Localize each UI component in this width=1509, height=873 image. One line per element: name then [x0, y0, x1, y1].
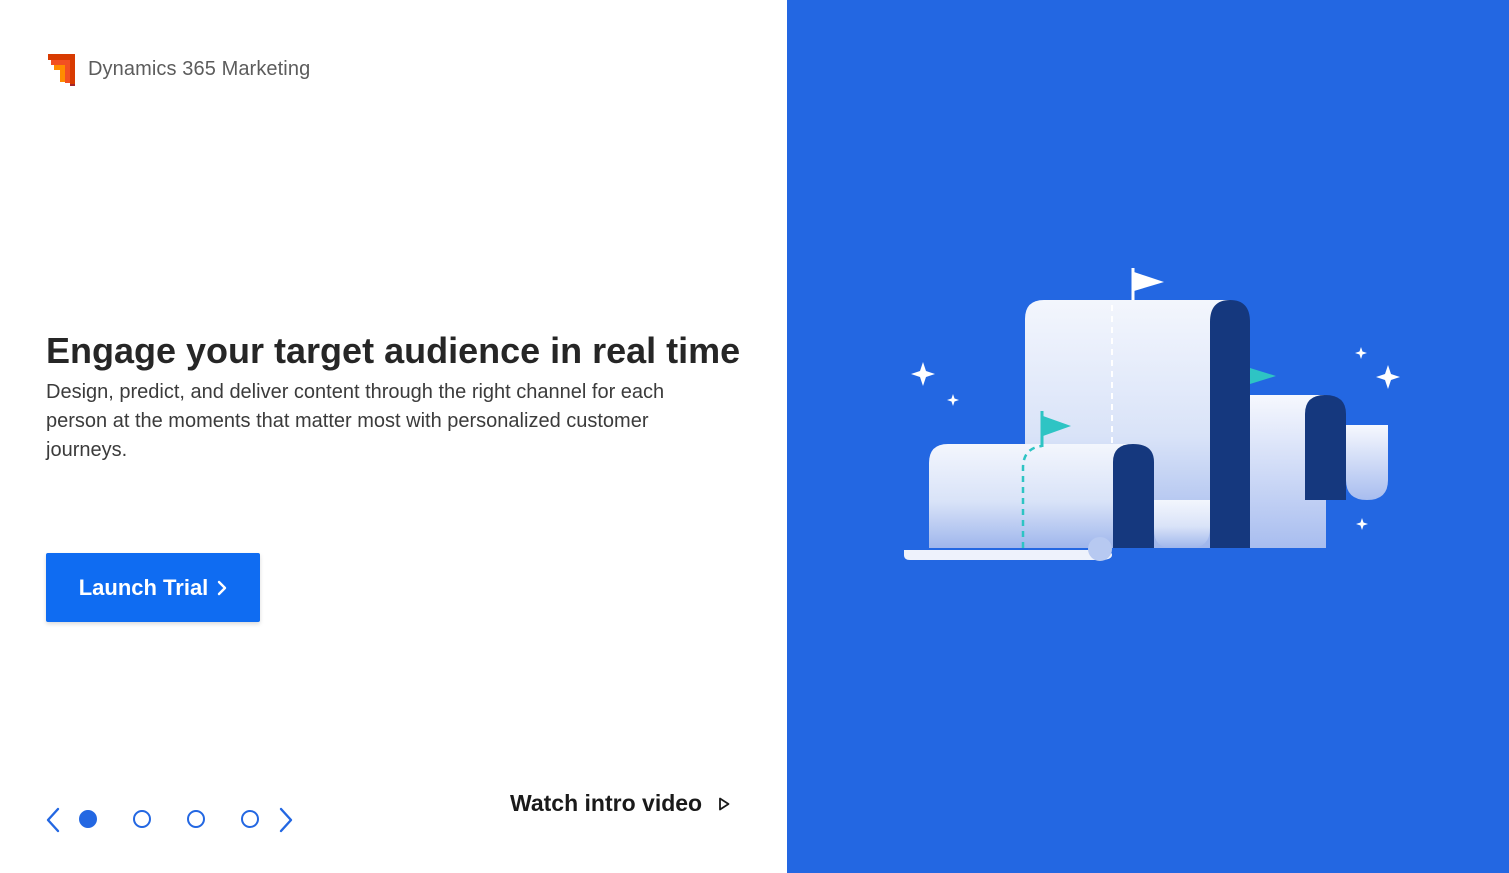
- watch-intro-video-label: Watch intro video: [510, 790, 703, 816]
- carousel-dot-3[interactable]: [187, 810, 205, 828]
- carousel-dot-2[interactable]: [133, 810, 151, 828]
- play-icon: [719, 797, 730, 810]
- hero-description: Design, predict, and deliver content thr…: [46, 381, 665, 461]
- chevron-left-icon[interactable]: [44, 807, 64, 833]
- carousel-dot-4[interactable]: [241, 810, 259, 828]
- carousel-dot-1[interactable]: [79, 810, 97, 828]
- brand-name: Dynamics 365 Marketing: [88, 57, 311, 80]
- launch-trial-button[interactable]: Launch Trial: [46, 553, 260, 622]
- launch-trial-label: Launch Trial: [78, 574, 209, 600]
- hero-section: Engage your target audience in real time…: [46, 330, 746, 465]
- watch-intro-video-link[interactable]: Watch intro video: [510, 790, 730, 817]
- intro-panel: Dynamics 365 Marketing Engage your targe…: [0, 0, 787, 873]
- hero-title: Engage your target audience in real time: [46, 330, 741, 371]
- dynamics-marketing-logo-icon: [48, 54, 75, 86]
- carousel-nav: [40, 800, 310, 838]
- chevron-right-icon: [218, 580, 227, 595]
- illustration-panel: [787, 0, 1509, 873]
- scroll-chart-with-flags-illustration: [904, 268, 1400, 561]
- brand-header: Dynamics 365 Marketing: [46, 52, 310, 86]
- chevron-right-icon[interactable]: [275, 807, 295, 833]
